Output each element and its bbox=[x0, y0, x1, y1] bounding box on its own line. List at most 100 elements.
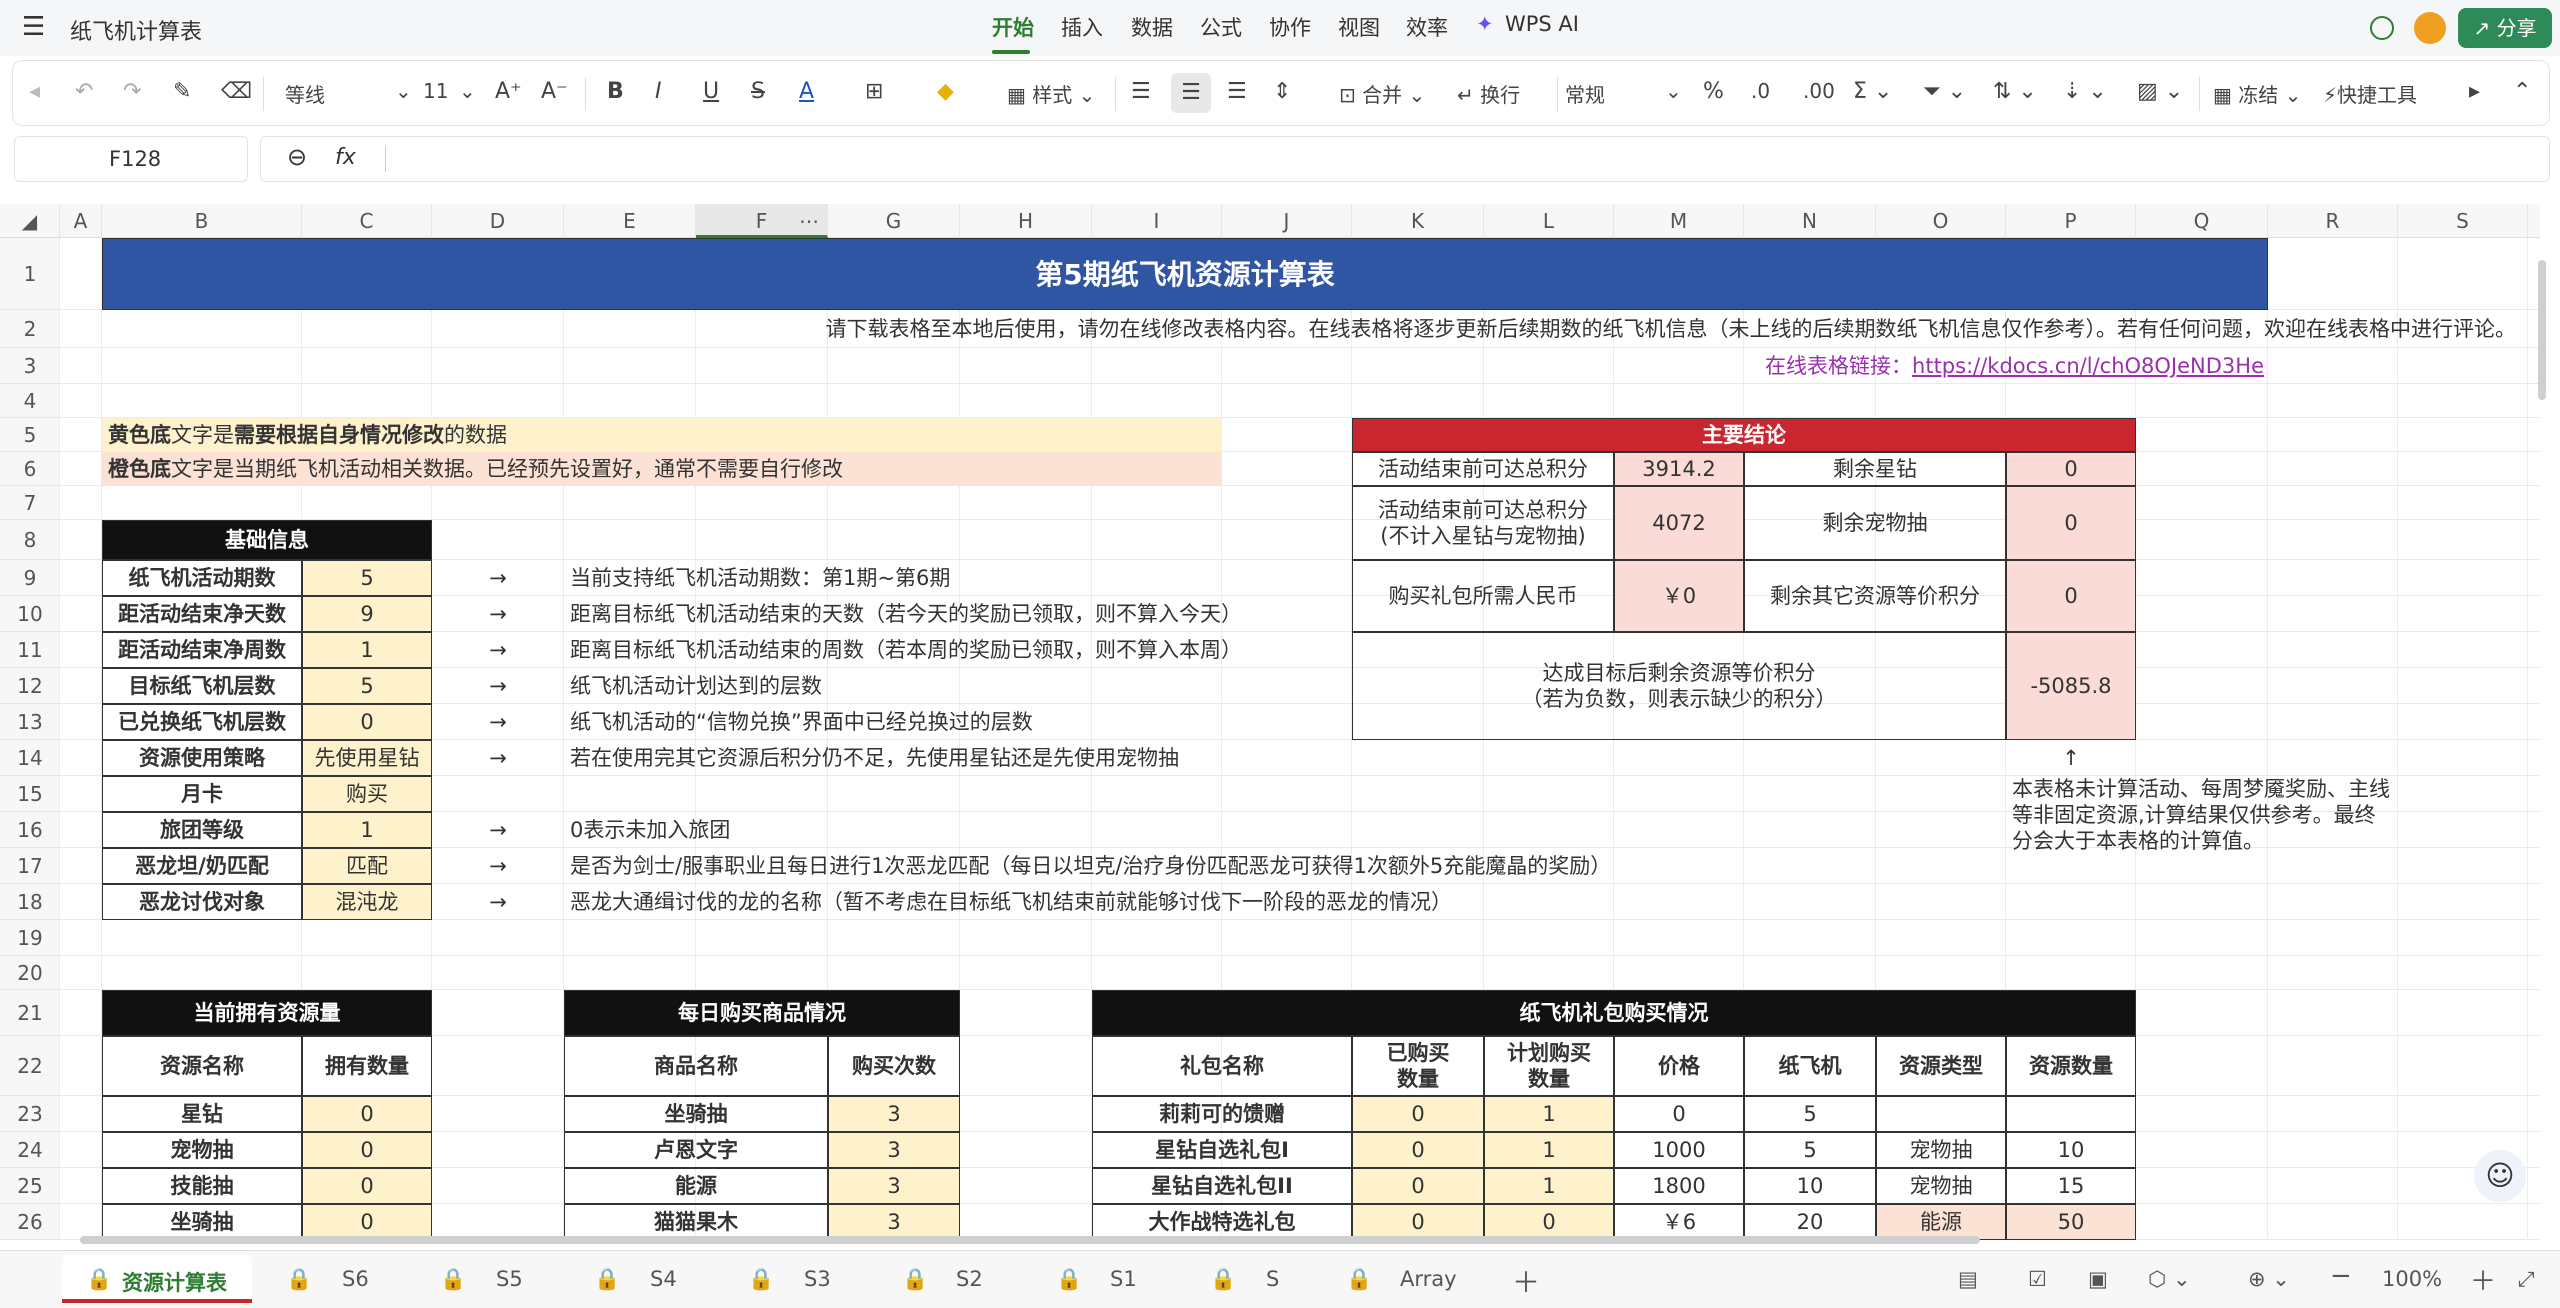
row-header-13[interactable]: 13 bbox=[0, 704, 60, 740]
sheet-tab-s6[interactable]: S6 bbox=[342, 1267, 369, 1291]
gift-cell: 1 bbox=[1484, 1096, 1614, 1132]
row-header-21[interactable]: 21 bbox=[0, 990, 60, 1036]
gift-cell: 莉莉可的馈赠 bbox=[1092, 1096, 1352, 1132]
row-header-1[interactable]: 1 bbox=[0, 238, 60, 310]
sheet-tab-s[interactable]: S bbox=[1266, 1267, 1279, 1291]
sheet-tab-s1[interactable]: S1 bbox=[1110, 1267, 1137, 1291]
legend-yellow: 黄色底 文字是 需要根据自身情况修改 的数据 bbox=[102, 418, 1222, 452]
add-sheet-icon[interactable]: ＋ bbox=[1512, 1261, 1540, 1301]
basic-info-label: 旅团等级 bbox=[102, 812, 302, 848]
fullscreen-icon[interactable]: ⤢ bbox=[2518, 1267, 2535, 1292]
layout-icon[interactable]: ⊕ ⌄ bbox=[2248, 1267, 2290, 1291]
zoom-level[interactable]: 100% bbox=[2382, 1267, 2442, 1291]
row-header-12[interactable]: 12 bbox=[0, 668, 60, 704]
vertical-scrollbar[interactable] bbox=[2536, 240, 2548, 1240]
online-link[interactable]: https://kdocs.cn/l/chO8OJeND3He bbox=[1912, 353, 2264, 379]
scrollbar-thumb[interactable] bbox=[2538, 260, 2546, 400]
row-header-23[interactable]: 23 bbox=[0, 1096, 60, 1132]
basic-info-header: 基础信息 bbox=[102, 520, 432, 560]
row-header-26[interactable]: 26 bbox=[0, 1204, 60, 1240]
gift-cell: 1000 bbox=[1614, 1132, 1744, 1168]
scrollbar-thumb[interactable] bbox=[80, 1236, 1980, 1244]
row-header-18[interactable]: 18 bbox=[0, 884, 60, 920]
side-note-line: 等非固定资源,计算结果仅供参考。最终 bbox=[2012, 802, 2376, 827]
check-icon[interactable]: ☑ bbox=[2028, 1267, 2047, 1291]
gridline bbox=[60, 519, 2540, 520]
gift-col-header: 已购买 数量 bbox=[1352, 1036, 1484, 1096]
arrow-icon: → bbox=[489, 673, 507, 698]
sheet-tab-s3[interactable]: S3 bbox=[804, 1267, 831, 1291]
main-value: 0 bbox=[2006, 452, 2136, 486]
main-conclusions-header: 主要结论 bbox=[1352, 418, 2136, 452]
row-header-7[interactable]: 7 bbox=[0, 486, 60, 520]
row-header-3[interactable]: 3 bbox=[0, 348, 60, 384]
lock-icon: 🔒 bbox=[902, 1267, 929, 1291]
row-header-25[interactable]: 25 bbox=[0, 1168, 60, 1204]
gift-cell: 星钻自选礼包II bbox=[1092, 1168, 1352, 1204]
lock-icon: 🔒 bbox=[1346, 1267, 1373, 1291]
basic-info-note: 恶龙大通缉讨伐的龙的名称（暂不考虑在目标纸飞机结束前就能够讨伐下一阶段的恶龙的情… bbox=[570, 889, 1452, 914]
basic-info-label: 距活动结束净天数 bbox=[102, 596, 302, 632]
gift-col-header: 纸飞机 bbox=[1744, 1036, 1876, 1096]
row-header-14[interactable]: 14 bbox=[0, 740, 60, 776]
legend-yellow-text: 需要根据自身情况修改 bbox=[234, 422, 444, 447]
row-header-8[interactable]: 8 bbox=[0, 520, 60, 560]
basic-info-label: 目标纸飞机层数 bbox=[102, 668, 302, 704]
row-header-11[interactable]: 11 bbox=[0, 632, 60, 668]
row-header-10[interactable]: 10 bbox=[0, 596, 60, 632]
lock-icon: 🔒 bbox=[86, 1267, 113, 1291]
daily-item-count: 3 bbox=[828, 1132, 960, 1168]
main-value: ￥0 bbox=[1614, 560, 1744, 632]
zoom-in-icon[interactable]: ＋ bbox=[2470, 1261, 2496, 1298]
daily-item-name: 卢恩文字 bbox=[564, 1132, 828, 1168]
assistant-mascot-icon[interactable]: ☺ bbox=[2474, 1150, 2526, 1202]
main-label: 购买礼包所需人民币 bbox=[1352, 560, 1614, 632]
link-label: 在线表格链接： bbox=[1765, 353, 1913, 378]
sheet-tab-s2[interactable]: S2 bbox=[956, 1267, 983, 1291]
gift-col-header: 资源类型 bbox=[1876, 1036, 2006, 1096]
row-header-9[interactable]: 9 bbox=[0, 560, 60, 596]
row-header-6[interactable]: 6 bbox=[0, 452, 60, 486]
sheet-tab-array[interactable]: Array bbox=[1400, 1267, 1457, 1291]
zoom-out-icon[interactable]: − bbox=[2330, 1261, 2352, 1291]
view-icon[interactable]: ▤ bbox=[1958, 1267, 1978, 1291]
row-header-17[interactable]: 17 bbox=[0, 848, 60, 884]
basic-info-note: 若在使用完其它资源后积分仍不足，先使用星钻还是先使用宠物抽 bbox=[570, 745, 1179, 770]
gift-col-header: 资源数量 bbox=[2006, 1036, 2136, 1096]
row-header-5[interactable]: 5 bbox=[0, 418, 60, 452]
row-header-20[interactable]: 20 bbox=[0, 956, 60, 990]
sheet-tab-s5[interactable]: S5 bbox=[496, 1267, 523, 1291]
shape-icon[interactable]: ⬡ ⌄ bbox=[2148, 1267, 2191, 1291]
gift-col-header: 计划购买 数量 bbox=[1484, 1036, 1614, 1096]
basic-info-value: 1 bbox=[302, 632, 432, 668]
legend-orange-text: 橙色底 bbox=[108, 456, 171, 481]
owned-col-header: 拥有数量 bbox=[302, 1036, 432, 1096]
owned-resource-name: 技能抽 bbox=[102, 1168, 302, 1204]
gift-cell: 1 bbox=[1484, 1132, 1614, 1168]
main-label: 剩余宠物抽 bbox=[1744, 486, 2006, 560]
row-header-4[interactable]: 4 bbox=[0, 384, 60, 418]
daily-purchase-header: 每日购买商品情况 bbox=[564, 990, 960, 1036]
basic-info-value: 5 bbox=[302, 668, 432, 704]
sheet-tab-s4[interactable]: S4 bbox=[650, 1267, 677, 1291]
basic-info-value: 1 bbox=[302, 812, 432, 848]
basic-info-value: 5 bbox=[302, 560, 432, 596]
basic-info-value: 匹配 bbox=[302, 848, 432, 884]
row-header-2[interactable]: 2 bbox=[0, 310, 60, 348]
row-header-22[interactable]: 22 bbox=[0, 1036, 60, 1096]
sheet-banner-title: 第5期纸飞机资源计算表 bbox=[102, 238, 2268, 310]
sheet-tab-bar: 🔒 资源计算表 🔒 S6 🔒 S5 🔒 S4 🔒 S3 🔒 S2 🔒 S1 🔒 … bbox=[0, 1250, 2560, 1308]
gift-col-header: 价格 bbox=[1614, 1036, 1744, 1096]
sheet-tab-calc[interactable]: 资源计算表 bbox=[122, 1267, 227, 1297]
screenshot-icon[interactable]: ▣ bbox=[2088, 1267, 2108, 1291]
row-header-16[interactable]: 16 bbox=[0, 812, 60, 848]
row-header-15[interactable]: 15 bbox=[0, 776, 60, 812]
row-header-24[interactable]: 24 bbox=[0, 1132, 60, 1168]
row-header-19[interactable]: 19 bbox=[0, 920, 60, 956]
gift-cell bbox=[2006, 1096, 2136, 1132]
gift-cell: 1800 bbox=[1614, 1168, 1744, 1204]
owned-resource-name: 星钻 bbox=[102, 1096, 302, 1132]
legend-yellow-text: 黄色底 bbox=[108, 422, 171, 447]
horizontal-scrollbar[interactable] bbox=[60, 1234, 2530, 1246]
gift-cell: 宠物抽 bbox=[1876, 1168, 2006, 1204]
